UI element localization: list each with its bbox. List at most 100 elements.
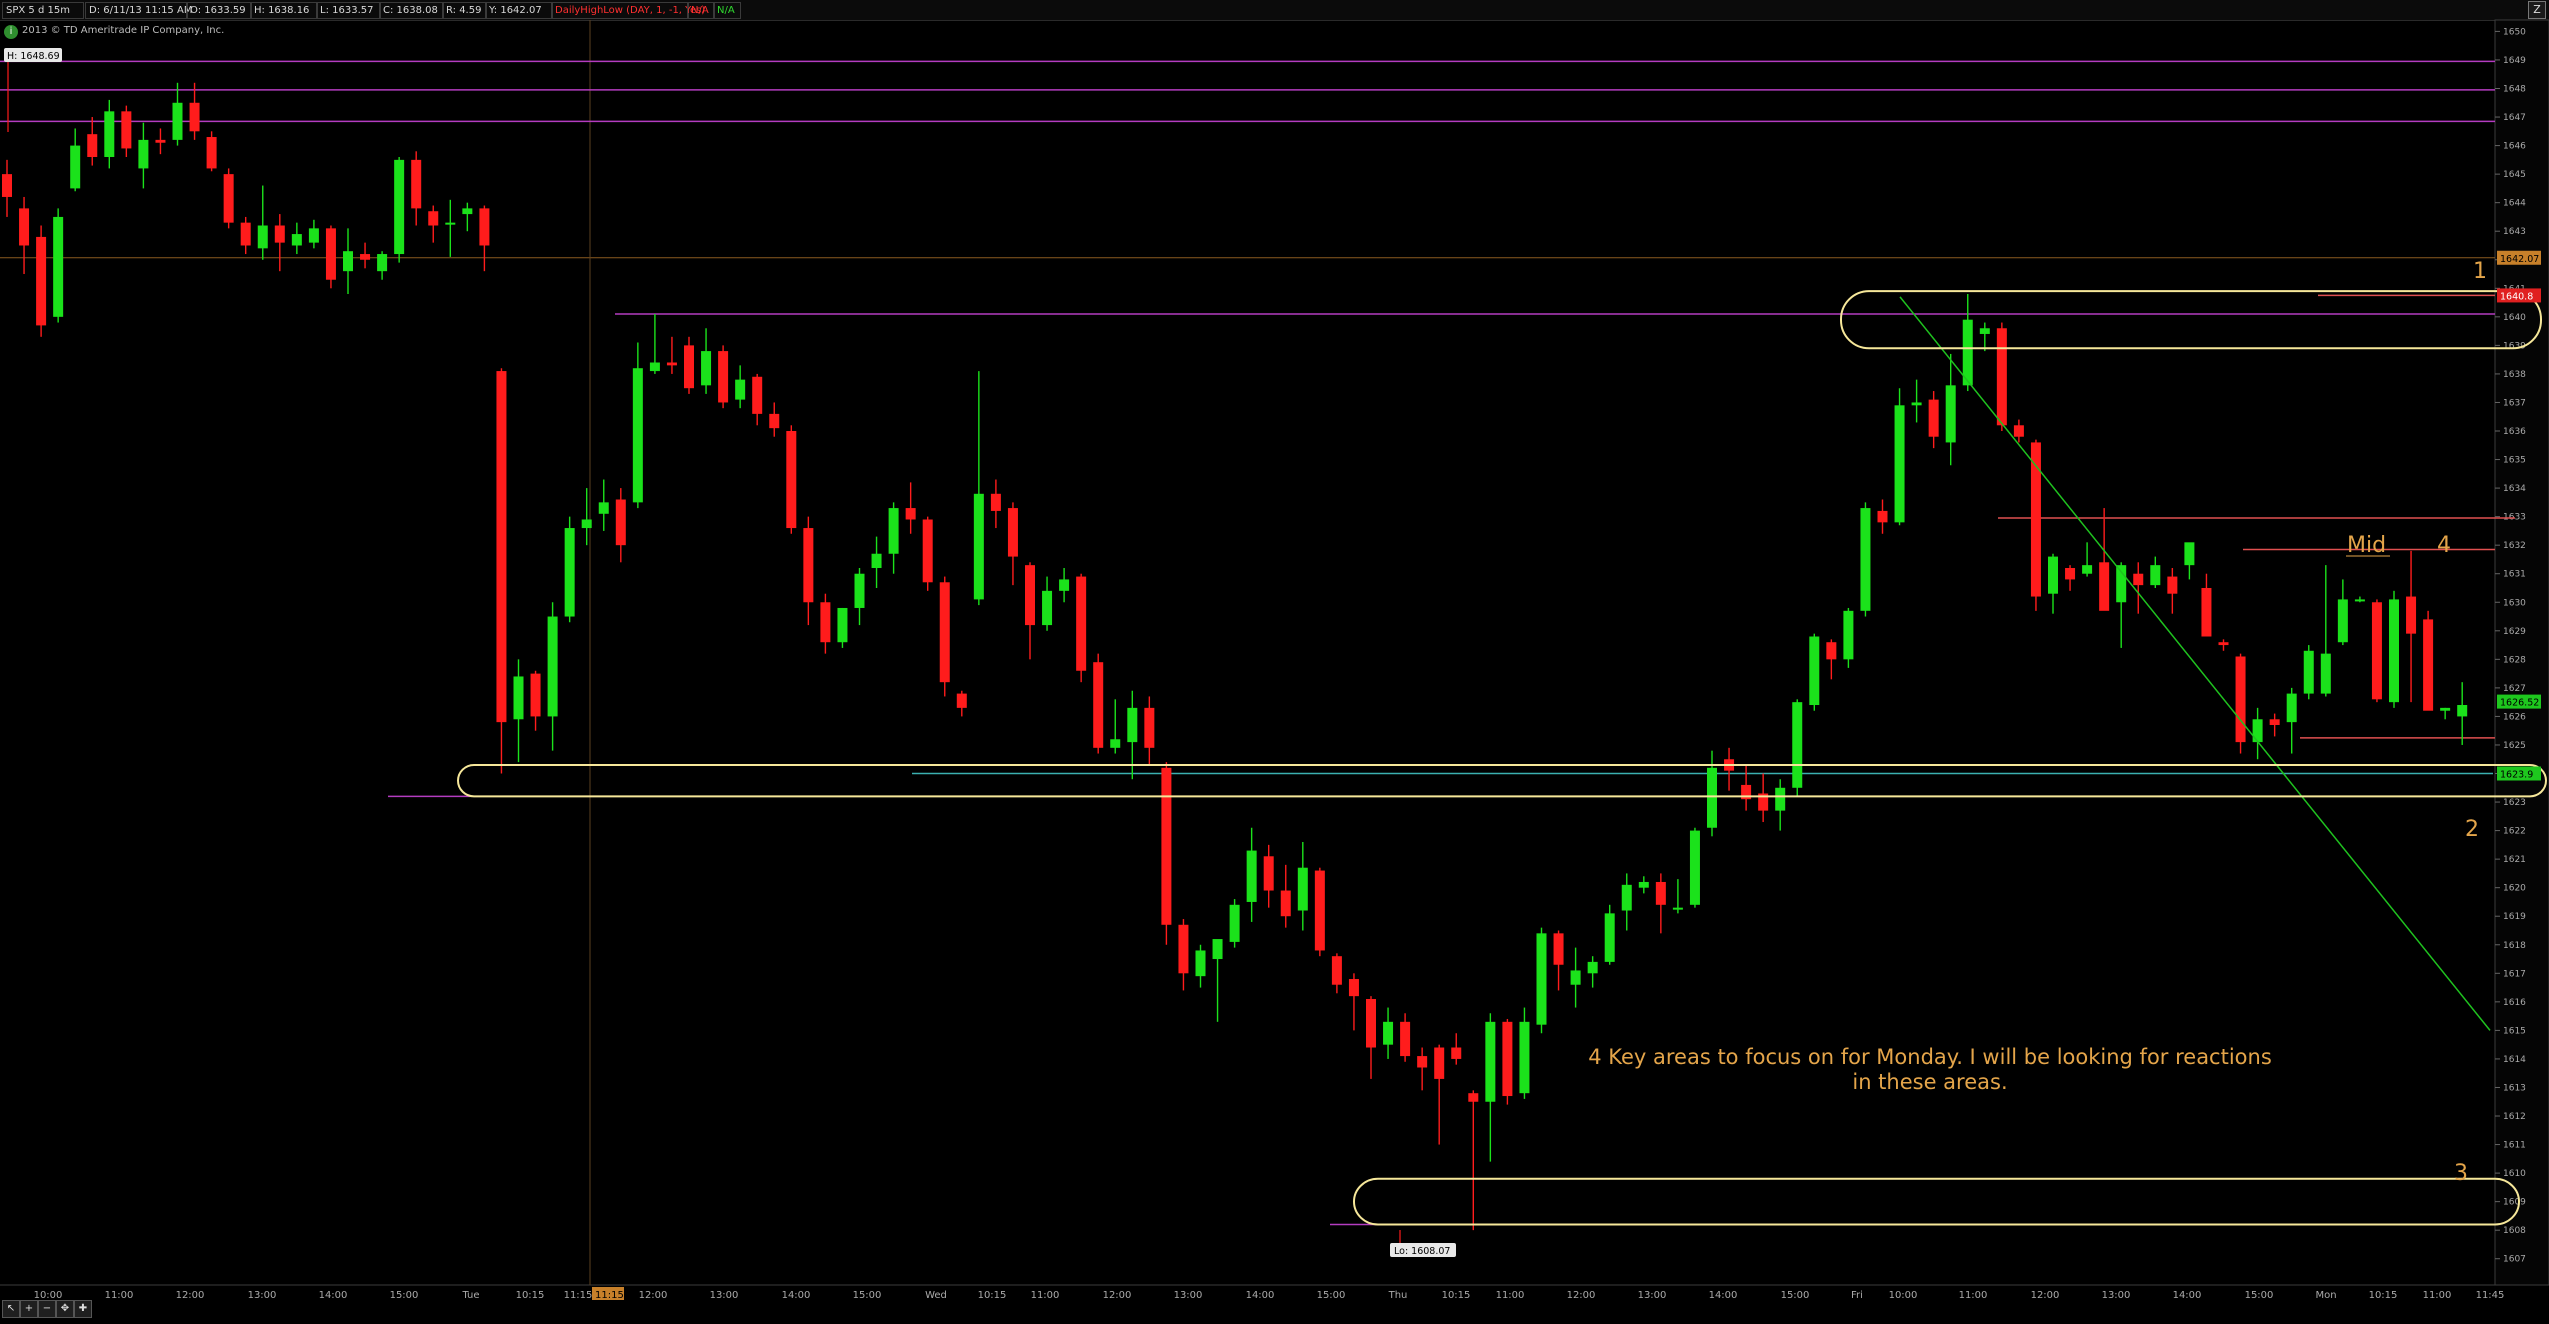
candle-up bbox=[1536, 933, 1547, 1025]
candle-up bbox=[172, 102, 183, 140]
price-axis-label: 1628 bbox=[2503, 655, 2526, 665]
candle-up bbox=[701, 351, 712, 386]
candle-down bbox=[2269, 719, 2280, 725]
candle-down bbox=[240, 222, 251, 246]
candle-down bbox=[2065, 568, 2076, 580]
candle-up bbox=[1894, 405, 1905, 523]
time-axis-label: 14:00 bbox=[1709, 1290, 1738, 1301]
candle-up bbox=[1843, 610, 1854, 660]
candle-down bbox=[2235, 656, 2246, 743]
time-axis-label: 14:00 bbox=[782, 1290, 811, 1301]
candle-down bbox=[1076, 576, 1087, 671]
candle-down bbox=[1826, 642, 1837, 660]
candle-up bbox=[547, 616, 558, 717]
price-axis-label: 1632 bbox=[2503, 541, 2526, 551]
candle-down bbox=[769, 413, 780, 429]
crosshair-icon[interactable]: ✚ bbox=[74, 1300, 92, 1318]
candle-down bbox=[36, 236, 47, 326]
time-axis-label: Mon bbox=[2315, 1290, 2336, 1301]
candle-up bbox=[1962, 319, 1973, 386]
price-axis-label: 1615 bbox=[2503, 1026, 2526, 1036]
candle-down bbox=[615, 499, 626, 546]
price-axis-label: 1627 bbox=[2503, 684, 2526, 694]
candle-down bbox=[1093, 662, 1104, 748]
candle-down bbox=[905, 508, 916, 520]
zoom-in-icon[interactable]: + bbox=[20, 1300, 38, 1318]
price-axis-label: 1636 bbox=[2503, 427, 2526, 437]
price-axis-label: 1621 bbox=[2503, 855, 2526, 865]
candle-up bbox=[1297, 867, 1308, 911]
candle-up bbox=[445, 222, 456, 225]
price-axis-label: 1611 bbox=[2503, 1141, 2526, 1151]
candle-up bbox=[1707, 767, 1717, 828]
time-axis-label: 15:00 bbox=[390, 1290, 419, 1301]
price-axis-label: 1644 bbox=[2503, 199, 2526, 209]
candle-down bbox=[206, 137, 217, 169]
candle-down bbox=[1280, 890, 1291, 917]
candle-up bbox=[888, 508, 899, 554]
time-axis-label: 14:00 bbox=[2173, 1290, 2202, 1301]
price-axis-label: 1616 bbox=[2503, 998, 2526, 1008]
price-axis-label: 1618 bbox=[2503, 941, 2526, 951]
candle-down bbox=[939, 582, 950, 683]
arrow-icon[interactable]: ↖ bbox=[2, 1300, 20, 1318]
candle-up bbox=[1246, 850, 1257, 902]
candle-up bbox=[1979, 328, 1990, 334]
candle-up bbox=[104, 111, 115, 158]
candle-up bbox=[1775, 787, 1786, 811]
price-axis-label: 1623 bbox=[2503, 798, 2526, 808]
price-chart[interactable]: 1607 1608 1609 1610 1611 1612 1613 1614 1615 1616… bbox=[0, 0, 2549, 1324]
daily-high-badge: 1640.8 bbox=[2500, 291, 2533, 302]
price-axis-label: 1614 bbox=[2503, 1055, 2526, 1065]
price-axis-label: 1637 bbox=[2503, 398, 2526, 408]
candle-down bbox=[530, 673, 541, 717]
time-axis-label: 14:00 bbox=[1246, 1290, 1275, 1301]
candle-down bbox=[1655, 881, 1666, 905]
candle-up bbox=[1792, 702, 1803, 788]
candle-down bbox=[786, 431, 797, 529]
candle-down bbox=[87, 134, 98, 158]
price-axis-label: 1648 bbox=[2503, 85, 2526, 95]
candle-up bbox=[2286, 693, 2297, 723]
candle-up bbox=[2337, 599, 2348, 643]
candle-down bbox=[922, 519, 933, 583]
candle-up bbox=[2303, 650, 2314, 694]
time-axis-label: Wed bbox=[925, 1290, 947, 1301]
candle-down bbox=[121, 111, 132, 149]
key-area-1-ellipse bbox=[1840, 290, 2542, 350]
time-axis-label: 15:00 bbox=[2245, 1290, 2274, 1301]
candle-up bbox=[138, 139, 149, 169]
time-axis-label: 11:15 bbox=[564, 1290, 593, 1301]
session-low-label: Lo: 1608.07 bbox=[1394, 1246, 1450, 1257]
time-axis-label: Thu bbox=[1388, 1290, 1408, 1301]
time-axis-label: 11:45 bbox=[2476, 1290, 2505, 1301]
candle-up bbox=[2048, 556, 2058, 594]
candle-up bbox=[1604, 913, 1615, 962]
candle-down bbox=[1502, 1021, 1513, 1097]
candle-up bbox=[735, 379, 746, 400]
candle-up bbox=[1383, 1021, 1394, 1045]
candle-down bbox=[189, 102, 200, 132]
zoom-out-icon[interactable]: − bbox=[38, 1300, 56, 1318]
candle-up bbox=[1570, 970, 1581, 985]
time-axis-label: 11:00 bbox=[105, 1290, 134, 1301]
price-axis-label: 1607 bbox=[2503, 1255, 2526, 1265]
candle-down bbox=[2371, 602, 2382, 700]
candle-up bbox=[581, 519, 592, 529]
price-axis-label: 1631 bbox=[2503, 570, 2526, 580]
price-axis-label: 1629 bbox=[2503, 627, 2526, 637]
pan-icon[interactable]: ✥ bbox=[56, 1300, 74, 1318]
time-axis-label: 13:00 bbox=[710, 1290, 739, 1301]
candle-up bbox=[1911, 402, 1922, 406]
candle-up bbox=[1212, 939, 1223, 960]
candle-up bbox=[70, 145, 81, 189]
candle-down bbox=[1144, 707, 1155, 748]
candle-down bbox=[1348, 979, 1359, 997]
time-axis-label: 15:00 bbox=[853, 1290, 882, 1301]
time-axis-label: 13:00 bbox=[1174, 1290, 1203, 1301]
candle-down bbox=[1007, 508, 1018, 557]
candle-down bbox=[19, 208, 30, 246]
candle-down bbox=[990, 493, 1001, 511]
candle-up bbox=[291, 234, 302, 246]
candle-down bbox=[1178, 924, 1189, 974]
